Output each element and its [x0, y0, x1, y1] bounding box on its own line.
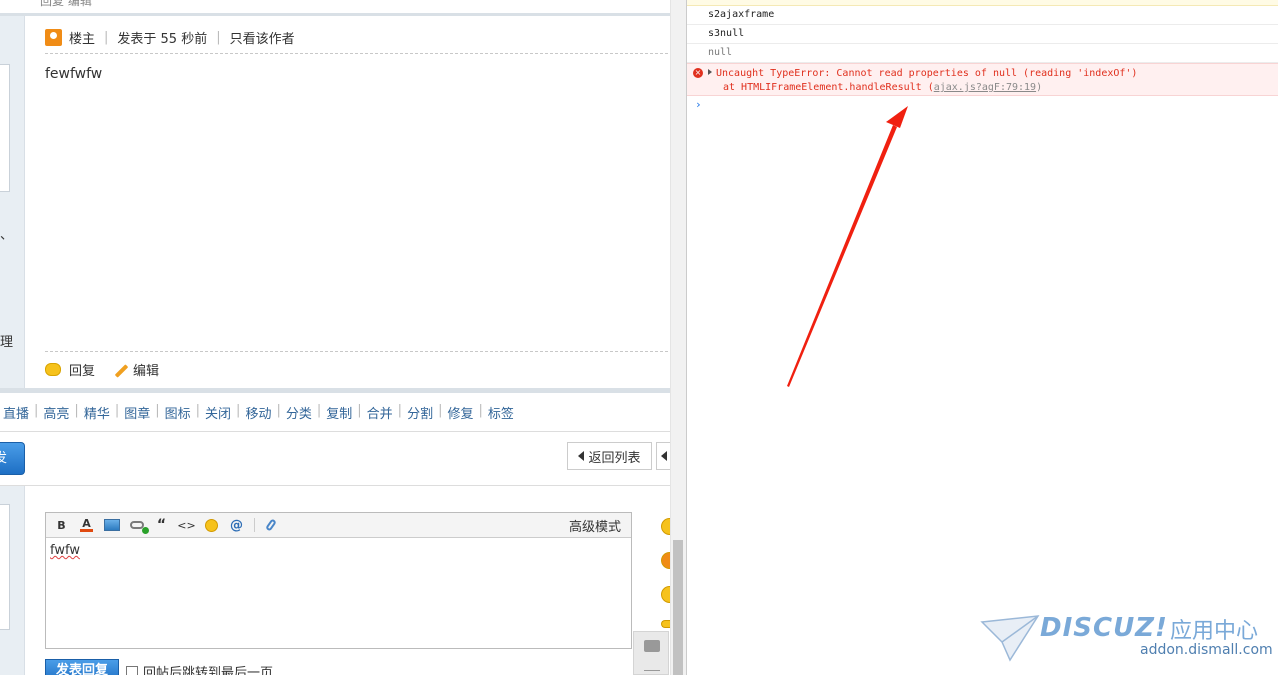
devtools-console: s2ajaxframe s3null null × Uncaught TypeE…: [687, 0, 1278, 675]
chevron-left-icon: [661, 451, 667, 461]
smiley-icon[interactable]: [661, 552, 670, 569]
pencil-icon[interactable]: [113, 363, 127, 377]
discuz-logo: DISCUZ!: [1040, 613, 1168, 643]
mod-item-icon[interactable]: 图标: [162, 403, 194, 422]
mod-item-merge[interactable]: 合并: [364, 403, 396, 422]
cut-post-actions: 回复 编辑: [40, 0, 92, 8]
floating-toolbar: [633, 631, 669, 675]
mod-item-category[interactable]: 分类: [283, 403, 315, 422]
console-log-line: null: [687, 44, 1278, 63]
menu-icon[interactable]: [644, 670, 660, 671]
code-icon[interactable]: <>: [177, 517, 196, 534]
divider: [45, 53, 668, 54]
mod-item-stamp[interactable]: 图章: [121, 403, 153, 422]
advanced-mode-link[interactable]: 高级模式: [569, 516, 621, 535]
mod-item-highlight[interactable]: 高亮: [40, 403, 72, 422]
jump-last-page-option[interactable]: 回帖后跳转到最后一页: [126, 662, 273, 675]
posted-time: 发表于 55 秒前: [117, 31, 208, 47]
mod-item-tags[interactable]: 标签: [485, 403, 517, 422]
prev-page-button[interactable]: [656, 442, 670, 470]
moderation-bar: 直播 | 高亮 | 精华 | 图章 | 图标 | 关闭 | 移动 | 分类 | 复制 | 合并 | …: [0, 403, 517, 422]
toolbar-separator: [254, 518, 255, 532]
watermark-url: addon.dismall.com: [1140, 642, 1273, 658]
console-error-row: × Uncaught TypeError: Cannot read proper…: [687, 63, 1278, 96]
jump-checkbox[interactable]: [126, 665, 138, 675]
mod-item-move[interactable]: 移动: [242, 403, 274, 422]
separator: |: [104, 29, 109, 45]
post-header: 楼主 | 发表于 55 秒前 | 只看该作者: [45, 27, 295, 47]
stack-suffix: ): [1036, 82, 1043, 93]
sidebar-text: 、: [0, 228, 14, 243]
post-separator: [0, 13, 670, 16]
quote-icon[interactable]: “: [152, 517, 171, 534]
divider: [45, 351, 668, 352]
smiley-icon[interactable]: [661, 586, 670, 603]
editor-textarea[interactable]: fwfw: [46, 538, 631, 563]
back-to-list-button[interactable]: 返回列表: [567, 442, 652, 470]
reply-icon[interactable]: [45, 363, 61, 376]
sidebar-text: 理: [0, 335, 14, 350]
font-color-icon[interactable]: A: [77, 517, 96, 534]
reply-link[interactable]: 回复: [69, 360, 95, 379]
author-label: 楼主: [69, 31, 96, 47]
image-icon[interactable]: [102, 517, 121, 534]
comment-icon[interactable]: [644, 640, 660, 652]
reply-editor: B A “ <> @ 高级模式 fwfw: [45, 512, 632, 649]
chevron-left-icon: [578, 451, 585, 461]
submit-reply-button[interactable]: 发表回复: [45, 659, 119, 675]
stack-prefix: at HTMLIFrameElement.handleResult (: [723, 82, 934, 93]
link-add-icon[interactable]: [127, 517, 149, 534]
smiley-icon[interactable]: [661, 518, 670, 535]
only-author-link[interactable]: 只看该作者: [230, 28, 295, 47]
avatar-frame: [0, 504, 10, 630]
forum-page: 回复 编辑 、 理 楼主 | 发表于 55 秒前 | 只看该作者 fewfwfw…: [0, 0, 670, 675]
separator: |: [216, 29, 221, 45]
smiley-icon[interactable]: [202, 517, 221, 534]
attachment-icon[interactable]: [261, 517, 280, 534]
error-icon: ×: [693, 68, 703, 78]
bold-icon[interactable]: B: [52, 517, 71, 534]
watermark-app-center: 应用中心: [1170, 619, 1259, 644]
section-separator: [0, 388, 670, 393]
source-link[interactable]: ajax.js?agF:79:19: [934, 82, 1036, 93]
at-icon[interactable]: @: [227, 517, 246, 534]
thread-starter-icon: [45, 28, 62, 46]
mod-item-split[interactable]: 分割: [404, 403, 436, 422]
console-log-line: s2ajaxframe: [687, 6, 1278, 25]
mod-item-copy[interactable]: 复制: [323, 403, 355, 422]
mod-item-live[interactable]: 直播: [0, 403, 32, 422]
paper-plane-icon: [980, 615, 1040, 662]
smiley-icon[interactable]: [661, 620, 670, 628]
scrollbar-thumb[interactable]: [673, 540, 683, 675]
console-log-line: s3null: [687, 25, 1278, 44]
prompt-chevron-icon: ›: [695, 98, 702, 111]
editor-toolbar: B A “ <> @ 高级模式: [46, 513, 631, 538]
console-prompt[interactable]: ›: [687, 96, 1278, 111]
divider: [0, 431, 670, 432]
mod-item-repair[interactable]: 修复: [444, 403, 476, 422]
new-post-button[interactable]: 发: [0, 442, 25, 475]
mod-item-close[interactable]: 关闭: [202, 403, 234, 422]
divider: [0, 485, 670, 486]
edit-link[interactable]: 编辑: [133, 360, 159, 379]
discuz-watermark: DISCUZ! 应用中心 addon.dismall.com: [980, 610, 1273, 670]
error-message: Uncaught TypeError: Cannot read properti…: [716, 68, 1138, 79]
expand-triangle-icon[interactable]: [708, 69, 712, 75]
post-content: fewfwfw: [45, 66, 103, 82]
mod-item-digest[interactable]: 精华: [81, 403, 113, 422]
avatar-frame: [0, 64, 10, 192]
post-actions: 回复 编辑: [45, 360, 159, 379]
